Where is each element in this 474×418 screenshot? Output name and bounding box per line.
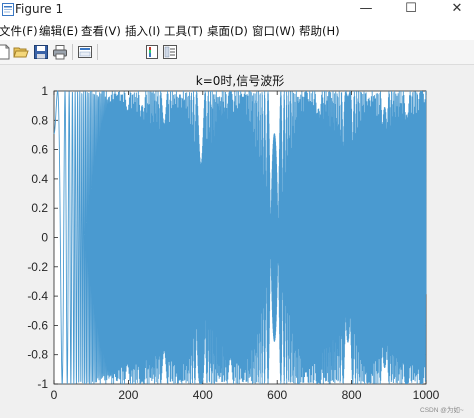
x-tick-label: 600: [267, 388, 287, 402]
menu-desktop[interactable]: 桌面(D): [207, 23, 248, 39]
x-tick-label: 200: [118, 388, 138, 402]
insert-colorbar-icon[interactable]: [144, 44, 160, 60]
signal-series: [53, 90, 427, 385]
toolbar-separator: [97, 44, 98, 60]
y-tick-label: -1: [37, 377, 48, 391]
x-tick-label: 400: [193, 388, 213, 402]
menu-tools[interactable]: 工具(T): [164, 23, 203, 39]
x-tick-label: 0: [51, 388, 58, 402]
y-tick-label: 0: [41, 231, 48, 245]
y-tick-label: -0.4: [27, 289, 48, 303]
print-icon[interactable]: [52, 44, 68, 60]
watermark: CSDN @为如~: [420, 407, 464, 414]
maximize-button[interactable]: ☐: [394, 0, 428, 20]
x-tick-label: 1000: [413, 388, 440, 402]
y-tick-label: -0.2: [27, 260, 48, 274]
link-plot-icon[interactable]: [77, 44, 93, 60]
window-title: Figure 1: [15, 2, 64, 16]
matlab-figure-icon: [2, 3, 14, 16]
menu-file[interactable]: 文件(F): [0, 23, 38, 39]
menu-help[interactable]: 帮助(H): [299, 23, 340, 39]
y-tick-label: 0.8: [31, 113, 48, 127]
signal-line: [53, 90, 427, 385]
figure-toolbar: [0, 40, 474, 65]
y-tick-label: -0.8: [27, 348, 48, 362]
y-tick-label: -0.6: [27, 318, 48, 332]
menu-bar: 文件(F) 编辑(E) 查看(V) 插入(I) 工具(T) 桌面(D) 窗口(W…: [0, 20, 474, 40]
menu-window[interactable]: 窗口(W): [252, 23, 295, 39]
insert-legend-icon[interactable]: [162, 44, 178, 60]
y-tick-label: 0.4: [31, 172, 48, 186]
chart-title: k=0时,信号波形: [196, 74, 284, 88]
open-file-icon[interactable]: [13, 44, 29, 60]
y-tick-label: 1: [41, 84, 48, 98]
y-tick-label: 0.6: [31, 143, 48, 157]
minimize-button[interactable]: —: [349, 0, 383, 20]
title-bar: Figure 1 — ☐ ✕: [0, 0, 474, 20]
toolbar-separator: [72, 44, 73, 60]
close-button[interactable]: ✕: [440, 0, 474, 20]
x-tick-label: 800: [342, 388, 362, 402]
y-tick-label: 0.2: [31, 201, 48, 215]
menu-edit[interactable]: 编辑(E): [39, 23, 78, 39]
menu-insert[interactable]: 插入(I): [125, 23, 160, 39]
plot-area[interactable]: 0 200 400 600 800 1000 1 0.8 0.6 0.4 0.2 0 -0.2 -0.4 -…: [0, 65, 474, 418]
new-figure-icon[interactable]: [0, 44, 12, 60]
menu-view[interactable]: 查看(V): [81, 23, 121, 39]
save-icon[interactable]: [33, 44, 49, 60]
figure-canvas: 0 200 400 600 800 1000 1 0.8 0.6 0.4 0.2 0 -0.2 -0.4 -…: [0, 65, 474, 418]
